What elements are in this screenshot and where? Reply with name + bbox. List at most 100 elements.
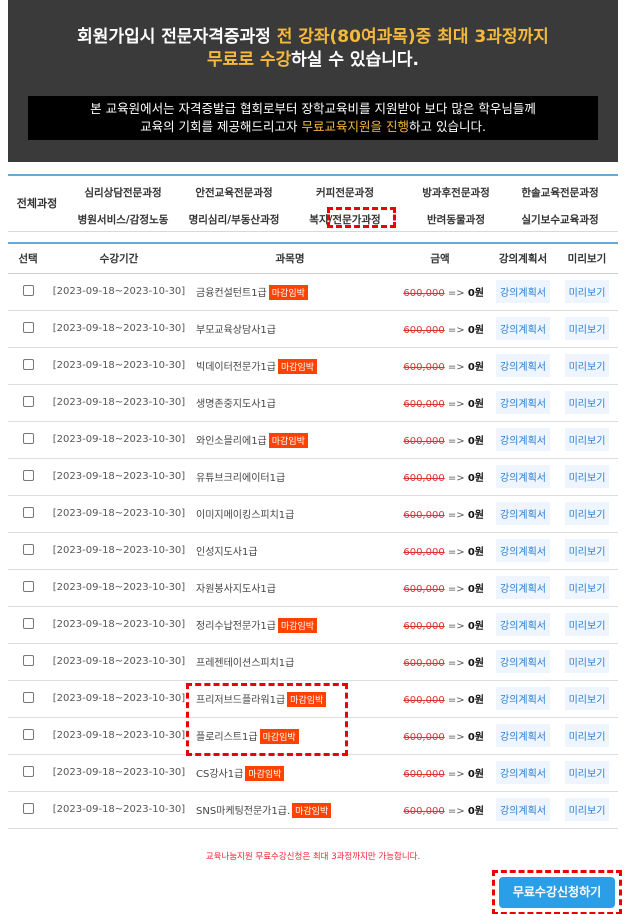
row-syllabus-cell: 강의계획서 <box>490 458 556 496</box>
select-checkbox[interactable] <box>22 358 34 370</box>
table-row: [2023-09-18~2023-10-30] 빅데이터전문가1급 마감임박 600,… <box>8 347 618 385</box>
notice-line-1: 본 교육원에서는 자격증발급 협회로부터 장학교육비를 지원받아 보다 많은 학… <box>90 101 536 116</box>
header-syllabus: 강의계획서 <box>490 242 556 274</box>
price-arrow: => <box>444 658 468 669</box>
category-counseling[interactable]: 심리상담전문과정 <box>68 185 178 200</box>
category-hospital-service[interactable]: 병원서비스/감정노동 <box>68 212 178 227</box>
category-afterschool[interactable]: 방과후전문과정 <box>401 185 511 200</box>
preview-button[interactable]: 미리보기 <box>564 613 610 636</box>
syllabus-button[interactable]: 강의계획서 <box>496 428 550 451</box>
original-price: 600,000 <box>403 695 445 706</box>
preview-button[interactable]: 미리보기 <box>564 502 610 525</box>
select-checkbox[interactable] <box>22 506 34 518</box>
select-checkbox[interactable] <box>22 617 34 629</box>
row-course-cell: 이미지메이킹스피치1급 <box>190 495 390 533</box>
free-price: 0원 <box>467 695 484 706</box>
row-course-cell: 부모교육상담사1급 <box>190 310 390 348</box>
row-select-cell <box>8 273 48 311</box>
original-price: 600,000 <box>403 436 445 447</box>
category-practical-refresher[interactable]: 실기보수교육과정 <box>505 212 615 227</box>
original-price: 600,000 <box>403 473 445 484</box>
select-checkbox[interactable] <box>22 543 34 555</box>
row-price: 600,000 => 0원 <box>390 643 490 681</box>
original-price: 600,000 <box>403 584 445 595</box>
preview-button[interactable]: 미리보기 <box>564 354 610 377</box>
syllabus-button[interactable]: 강의계획서 <box>496 539 550 562</box>
course-title: 인성지도사1급 <box>196 547 258 558</box>
row-syllabus-cell: 강의계획서 <box>490 791 556 829</box>
preview-button[interactable]: 미리보기 <box>564 428 610 451</box>
select-checkbox[interactable] <box>22 765 34 777</box>
select-checkbox[interactable] <box>22 580 34 592</box>
syllabus-button[interactable]: 강의계획서 <box>496 354 550 377</box>
syllabus-button[interactable]: 강의계획서 <box>496 465 550 488</box>
row-price: 600,000 => 0원 <box>390 421 490 459</box>
syllabus-button[interactable]: 강의계획서 <box>496 317 550 340</box>
row-period: [2023-09-18~2023-10-30] <box>48 310 190 348</box>
course-title: 이미지메이킹스피치1급 <box>196 510 295 521</box>
row-preview-cell: 미리보기 <box>556 421 618 459</box>
row-period: [2023-09-18~2023-10-30] <box>48 791 190 829</box>
price-arrow: => <box>444 584 468 595</box>
preview-button[interactable]: 미리보기 <box>564 465 610 488</box>
price-arrow: => <box>444 362 468 373</box>
syllabus-button[interactable]: 강의계획서 <box>496 724 550 747</box>
free-price: 0원 <box>467 621 484 632</box>
category-myeongri-realestate[interactable]: 명리심리/부동산과정 <box>179 212 289 227</box>
preview-button[interactable]: 미리보기 <box>564 761 610 784</box>
syllabus-button[interactable]: 강의계획서 <box>496 761 550 784</box>
category-pet[interactable]: 반려동물과정 <box>401 212 511 227</box>
select-checkbox[interactable] <box>22 284 34 296</box>
row-preview-cell: 미리보기 <box>556 532 618 570</box>
select-checkbox[interactable] <box>22 469 34 481</box>
row-price: 600,000 => 0원 <box>390 347 490 385</box>
category-coffee[interactable]: 커피전문과정 <box>290 185 400 200</box>
row-course-cell: 금융컨설턴트1급 마감임박 <box>190 273 390 311</box>
syllabus-button[interactable]: 강의계획서 <box>496 576 550 599</box>
table-row: [2023-09-18~2023-10-30] 금융컨설턴트1급 마감임박 600,0… <box>8 273 618 311</box>
category-hansol[interactable]: 한솔교육전문과정 <box>505 185 615 200</box>
course-title: 정리수납전문가1급 <box>196 620 276 632</box>
preview-button[interactable]: 미리보기 <box>564 391 610 414</box>
price-arrow: => <box>444 473 468 484</box>
select-checkbox[interactable] <box>22 728 34 740</box>
promo-banner: 회원가입시 전문자격증과정 전 강좌(80여과목)중 최대 3과정까지 무료로 … <box>8 0 618 162</box>
preview-button[interactable]: 미리보기 <box>564 317 610 340</box>
syllabus-button[interactable]: 강의계획서 <box>496 502 550 525</box>
preview-button[interactable]: 미리보기 <box>564 650 610 673</box>
course-title: 자원봉사지도사1급 <box>196 584 276 595</box>
row-period: [2023-09-18~2023-10-30] <box>48 680 190 718</box>
select-checkbox[interactable] <box>22 691 34 703</box>
select-checkbox[interactable] <box>22 395 34 407</box>
header-price: 금액 <box>390 242 490 274</box>
preview-button[interactable]: 미리보기 <box>564 539 610 562</box>
syllabus-button[interactable]: 강의계획서 <box>496 650 550 673</box>
row-preview-cell: 미리보기 <box>556 458 618 496</box>
syllabus-button[interactable]: 강의계획서 <box>496 687 550 710</box>
preview-button[interactable]: 미리보기 <box>564 576 610 599</box>
row-syllabus-cell: 강의계획서 <box>490 421 556 459</box>
syllabus-button[interactable]: 강의계획서 <box>496 280 550 303</box>
row-preview-cell: 미리보기 <box>556 754 618 792</box>
header-period: 수강기간 <box>48 242 190 274</box>
category-all[interactable]: 전체과정 <box>8 176 66 232</box>
select-checkbox[interactable] <box>22 654 34 666</box>
category-safety[interactable]: 안전교육전문과정 <box>179 185 289 200</box>
syllabus-button[interactable]: 강의계획서 <box>496 391 550 414</box>
preview-button[interactable]: 미리보기 <box>564 687 610 710</box>
closing-soon-badge: 마감임박 <box>268 284 308 300</box>
free-apply-button[interactable]: 무료수강신청하기 <box>499 877 615 908</box>
course-title: 와인소믈리에1급 <box>196 435 267 447</box>
select-checkbox[interactable] <box>22 321 34 333</box>
select-checkbox[interactable] <box>22 802 34 814</box>
select-checkbox[interactable] <box>22 432 34 444</box>
row-period: [2023-09-18~2023-10-30] <box>48 569 190 607</box>
preview-button[interactable]: 미리보기 <box>564 724 610 747</box>
row-select-cell <box>8 532 48 570</box>
preview-button[interactable]: 미리보기 <box>564 280 610 303</box>
preview-button[interactable]: 미리보기 <box>564 798 610 821</box>
price-arrow: => <box>444 695 468 706</box>
syllabus-button[interactable]: 강의계획서 <box>496 798 550 821</box>
free-price: 0원 <box>467 399 484 410</box>
syllabus-button[interactable]: 강의계획서 <box>496 613 550 636</box>
